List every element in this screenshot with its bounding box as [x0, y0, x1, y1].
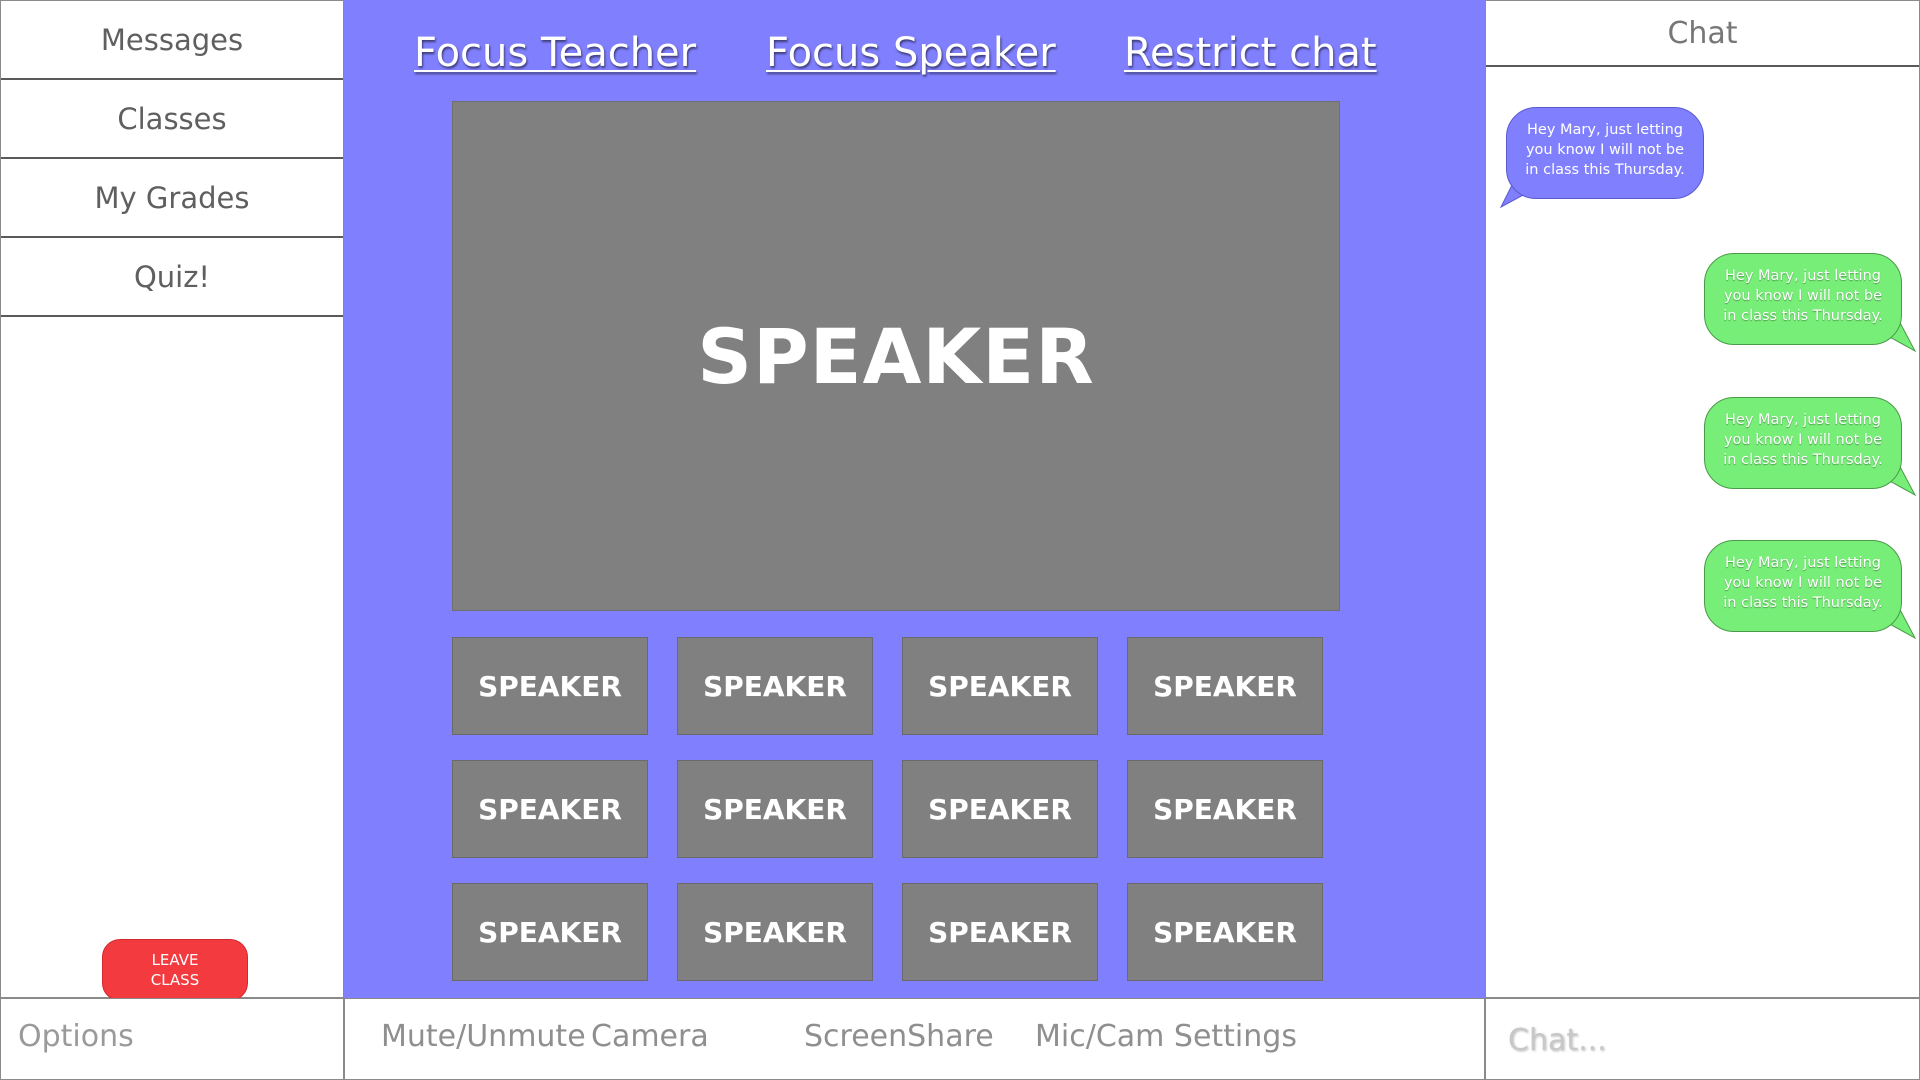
- main-speaker-video[interactable]: SPEAKER: [452, 101, 1340, 611]
- speaker-tile[interactable]: SPEAKER: [452, 883, 648, 981]
- speaker-tile-label: SPEAKER: [1153, 792, 1297, 826]
- speaker-tile[interactable]: SPEAKER: [902, 760, 1098, 858]
- speaker-tile-label: SPEAKER: [928, 669, 1072, 703]
- speaker-tile[interactable]: SPEAKER: [452, 760, 648, 858]
- focus-teacher-link[interactable]: Focus Teacher: [414, 30, 696, 76]
- speaker-tile-label: SPEAKER: [478, 792, 622, 826]
- speaker-tile-label: SPEAKER: [928, 915, 1072, 949]
- chat-message-outgoing: Hey Mary, just letting you know I will n…: [1704, 540, 1902, 632]
- camera-button[interactable]: Camera: [591, 1019, 709, 1054]
- chat-input[interactable]: [1506, 1015, 1905, 1065]
- speaker-tile[interactable]: SPEAKER: [902, 637, 1098, 735]
- screenshare-button[interactable]: ScreenShare: [804, 1019, 994, 1054]
- speaker-tile-label: SPEAKER: [703, 792, 847, 826]
- speaker-tile-label: SPEAKER: [703, 915, 847, 949]
- chat-input-bar: [1485, 998, 1920, 1080]
- main-speaker-label: SPEAKER: [697, 311, 1095, 401]
- sidebar-item-messages[interactable]: Messages: [1, 1, 343, 80]
- speaker-tile[interactable]: SPEAKER: [902, 883, 1098, 981]
- mic-cam-settings-button[interactable]: Mic/Cam Settings: [1035, 1019, 1297, 1054]
- focus-speaker-link[interactable]: Focus Speaker: [766, 30, 1056, 76]
- chat-panel: Chat Hey Mary, just letting you know I w…: [1485, 0, 1920, 998]
- controls-bar: Mute/Unmute Camera ScreenShare Mic/Cam S…: [344, 998, 1485, 1080]
- video-stage: Focus Teacher Focus Speaker Restrict cha…: [344, 0, 1485, 998]
- speaker-tile-label: SPEAKER: [478, 915, 622, 949]
- classroom-app: Messages Classes My Grades Quiz! LEAVE C…: [0, 0, 1920, 1080]
- speaker-tile-label: SPEAKER: [1153, 669, 1297, 703]
- mute-unmute-button[interactable]: Mute/Unmute: [381, 1019, 586, 1054]
- leave-class-button[interactable]: LEAVE CLASS: [102, 939, 248, 1001]
- sidebar-item-my-grades[interactable]: My Grades: [1, 159, 343, 238]
- chat-message-outgoing: Hey Mary, just letting you know I will n…: [1704, 397, 1902, 489]
- options-bar: Options: [0, 998, 344, 1080]
- chat-message-incoming: Hey Mary, just letting you know I will n…: [1506, 107, 1704, 199]
- sidebar-item-classes[interactable]: Classes: [1, 80, 343, 159]
- speaker-tile[interactable]: SPEAKER: [677, 883, 873, 981]
- chat-title: Chat: [1486, 1, 1919, 67]
- speaker-tile[interactable]: SPEAKER: [677, 760, 873, 858]
- restrict-chat-link[interactable]: Restrict chat: [1124, 30, 1377, 76]
- sidebar: Messages Classes My Grades Quiz! LEAVE C…: [0, 0, 344, 1001]
- speaker-tile[interactable]: SPEAKER: [452, 637, 648, 735]
- speaker-tile[interactable]: SPEAKER: [1127, 883, 1323, 981]
- speaker-tile-label: SPEAKER: [1153, 915, 1297, 949]
- speaker-tile-label: SPEAKER: [928, 792, 1072, 826]
- speaker-tile-label: SPEAKER: [478, 669, 622, 703]
- speaker-tile[interactable]: SPEAKER: [677, 637, 873, 735]
- options-button[interactable]: Options: [18, 1019, 134, 1054]
- speaker-tile[interactable]: SPEAKER: [1127, 760, 1323, 858]
- speaker-tile-label: SPEAKER: [703, 669, 847, 703]
- chat-message-outgoing: Hey Mary, just letting you know I will n…: [1704, 253, 1902, 345]
- sidebar-item-quiz[interactable]: Quiz!: [1, 238, 343, 317]
- speaker-tile[interactable]: SPEAKER: [1127, 637, 1323, 735]
